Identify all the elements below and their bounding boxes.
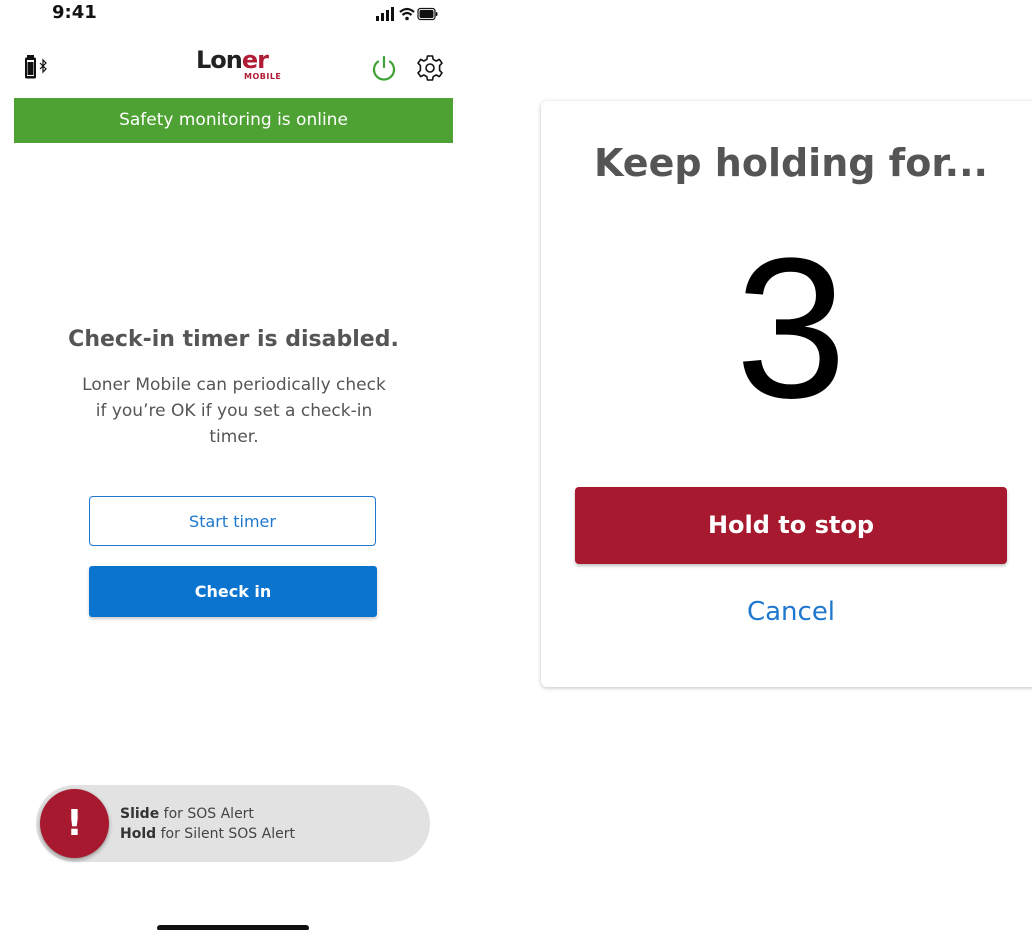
cancel-button[interactable]: Cancel bbox=[541, 597, 1032, 627]
sos-instructions: Slide for SOS Alert Hold for Silent SOS … bbox=[120, 806, 295, 842]
bluetooth-battery-icon[interactable] bbox=[23, 54, 53, 80]
phone-screen: 9:41 Loner MOBILE Safety monitoring is o… bbox=[0, 0, 468, 930]
hold-to-stop-button[interactable]: Hold to stop bbox=[575, 487, 1007, 564]
hold-to-stop-modal: Keep holding for... 3 Hold to stop Cance… bbox=[541, 101, 1032, 687]
status-time: 9:41 bbox=[52, 2, 97, 23]
loner-mobile-logo: Loner MOBILE bbox=[196, 46, 282, 81]
timer-description: Loner Mobile can periodically check if y… bbox=[82, 375, 386, 447]
timer-heading: Check-in timer is disabled. bbox=[68, 327, 399, 352]
battery-icon bbox=[417, 7, 438, 21]
countdown-number: 3 bbox=[735, 217, 847, 440]
check-in-button[interactable]: Check in bbox=[89, 566, 377, 617]
home-indicator[interactable] bbox=[157, 925, 309, 930]
status-icons bbox=[376, 7, 438, 21]
gear-icon[interactable] bbox=[415, 53, 445, 83]
screen: 9:41 Loner MOBILE Safety monitoring is o… bbox=[0, 0, 1032, 930]
monitoring-status-banner: Safety monitoring is online bbox=[14, 98, 453, 143]
sos-alert-icon[interactable]: ! bbox=[40, 789, 109, 858]
wifi-icon bbox=[399, 7, 415, 21]
start-timer-button[interactable]: Start timer bbox=[89, 496, 376, 546]
power-icon[interactable] bbox=[370, 54, 398, 82]
signal-icon bbox=[376, 7, 394, 21]
sos-slider[interactable]: ! Slide for SOS Alert Hold for Silent SO… bbox=[36, 785, 430, 862]
modal-title: Keep holding for... bbox=[594, 141, 988, 185]
